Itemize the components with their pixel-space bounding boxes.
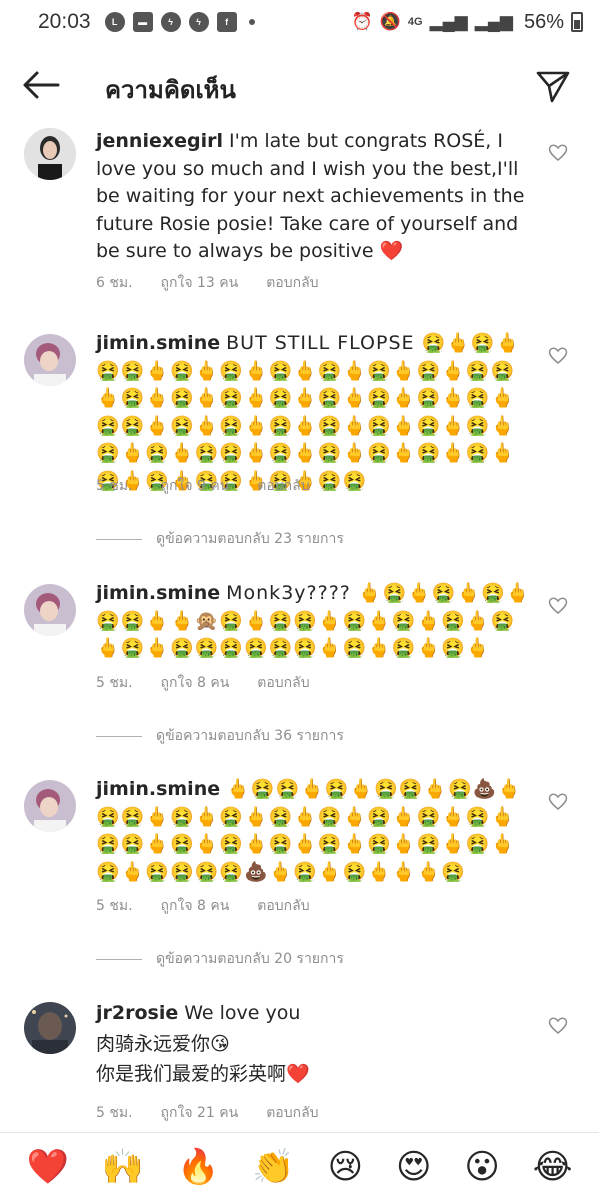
reply-button[interactable]: ตอบกลับ — [257, 475, 309, 497]
messenger-icon: ϟ — [188, 12, 209, 32]
line-icon: L — [104, 12, 125, 32]
comment-text: BUT STILL FLOPSE 🤮🖕🤮🖕🤮🤮🖕🤮🖕🤮🖕🤮🖕🤮🖕🤮🖕🤮🖕🤮🤮🖕🤮… — [96, 332, 521, 492]
emoji-raised-hands-button[interactable]: 🙌 — [102, 1150, 144, 1184]
avatar-photo — [24, 334, 76, 386]
comment-body: jimin.smine BUT STILL FLOPSE 🤮🖕🤮🖕🤮🤮🖕🤮🖕🤮🖕🤮… — [96, 330, 536, 495]
comment-time: 5 ชม. — [96, 1105, 133, 1121]
status-left: 20:03 L ▬ ϟ ϟ f — [38, 10, 352, 34]
emoji-crying-button[interactable]: 😢 — [328, 1150, 363, 1184]
comment-likes[interactable]: ถูกใจ 21 คน — [161, 1102, 239, 1124]
like-heart-icon[interactable] — [548, 1017, 568, 1035]
view-replies-label: ดูข้อความตอบกลับ 20 รายการ — [156, 951, 344, 967]
reply-button[interactable]: ตอบกลับ — [257, 895, 309, 917]
message-icon: ▬ — [132, 12, 153, 32]
notification-dot-icon — [248, 19, 255, 25]
avatar-photo — [24, 780, 76, 832]
divider-line — [96, 735, 142, 737]
comment-username[interactable]: jimin.smine — [96, 332, 220, 354]
emoji-surprised-button[interactable]: 😮 — [464, 1150, 499, 1184]
comment-body: jimin.smine 🖕🤮🤮🖕🤮🖕🤮🤮🖕🤮💩🖕🤮🤮🖕🤮🖕🤮🖕🤮🖕🤮🖕🤮🖕🤮🖕🤮🖕… — [96, 776, 536, 886]
comment-time: 6 ชม. — [96, 275, 133, 291]
like-heart-icon[interactable] — [548, 597, 568, 615]
status-right: ⏰ 🔕 4G ▂▄▆ ▂▄▆ 56% — [352, 11, 583, 34]
back-arrow-icon[interactable] — [22, 70, 60, 100]
emoji-fire-button[interactable]: 🔥 — [177, 1150, 219, 1184]
signal-icon: ▂▄▆ — [429, 12, 468, 31]
messenger-icon: ϟ — [160, 12, 181, 32]
comment-body: jenniexegirl I'm late but congrats ROSÉ, … — [96, 128, 536, 266]
avatar[interactable] — [24, 584, 76, 636]
reply-button[interactable]: ตอบกลับ — [257, 672, 309, 694]
view-replies-label: ดูข้อความตอบกลับ 23 รายการ — [156, 531, 344, 547]
header: ความคิดเห็น — [0, 56, 599, 116]
status-bar: 20:03 L ▬ ϟ ϟ f ⏰ 🔕 4G ▂▄▆ ▂▄▆ 56% — [0, 0, 599, 44]
like-heart-icon[interactable] — [548, 347, 568, 365]
network-type: 4G — [407, 16, 423, 28]
page-title: ความคิดเห็น — [105, 76, 236, 104]
avatar[interactable] — [24, 780, 76, 832]
comment-text-line: 肉骑永远爱你😘 — [96, 1032, 230, 1055]
comment-meta: 5 ชม. ถูกใจ 8 คน ตอบกลับ — [96, 895, 310, 917]
emoji-clap-button[interactable]: 👏 — [252, 1150, 294, 1184]
comment-time: 5 ชม. — [96, 478, 133, 494]
avatar-photo — [24, 584, 76, 636]
comment-time: 5 ชม. — [96, 675, 133, 691]
emoji-heart-eyes-button[interactable]: 😍 — [396, 1150, 431, 1184]
comment-meta: 5 ชม. ถูกใจ 8 คน ตอบกลับ — [96, 672, 310, 694]
comment-body: jimin.smine Monk3y???? 🖕🤮🖕🤮🖕🤮🖕🤮🤮🖕🖕🙊🤮🖕🤮🤮🖕🤮… — [96, 580, 536, 663]
comment-time: 5 ชม. — [96, 898, 133, 914]
view-replies-button[interactable]: ดูข้อความตอบกลับ 20 รายการ — [96, 948, 344, 970]
signal-icon: ▂▄▆ — [474, 12, 513, 31]
facebook-icon: f — [216, 12, 237, 32]
comment-username[interactable]: jr2rosie — [96, 1002, 178, 1024]
comment-meta: 6 ชม. ถูกใจ 13 คน ตอบกลับ — [96, 272, 319, 294]
divider-line — [96, 538, 142, 540]
reply-button[interactable]: ตอบกลับ — [266, 272, 318, 294]
comment-likes[interactable]: ถูกใจ 13 คน — [161, 272, 239, 294]
comment-meta: 5 ชม. ถูกใจ 9 คน ตอบกลับ — [96, 475, 310, 497]
comment-username[interactable]: jimin.smine — [96, 582, 220, 604]
divider-line — [96, 958, 142, 960]
comment-username[interactable]: jimin.smine — [96, 778, 220, 800]
comment-body: jr2rosie We love you 肉骑永远爱你😘 你是我们最爱的彩英啊❤️ — [96, 1000, 536, 1089]
mute-icon: 🔕 — [379, 12, 401, 31]
avatar[interactable] — [24, 1002, 76, 1054]
emoji-laughing-button[interactable]: 😂 — [533, 1150, 573, 1184]
alarm-icon: ⏰ — [351, 12, 373, 31]
emoji-heart-button[interactable]: ❤️ — [26, 1150, 68, 1184]
like-heart-icon[interactable] — [548, 793, 568, 811]
reply-button[interactable]: ตอบกลับ — [266, 1102, 318, 1124]
comment-meta: 5 ชม. ถูกใจ 21 คน ตอบกลับ — [96, 1102, 319, 1124]
comment-likes[interactable]: ถูกใจ 8 คน — [161, 672, 230, 694]
view-replies-label: ดูข้อความตอบกลับ 36 รายการ — [156, 728, 344, 744]
battery-percent: 56% — [523, 10, 564, 33]
battery-icon — [571, 12, 583, 32]
comment-likes[interactable]: ถูกใจ 9 คน — [161, 475, 230, 497]
like-heart-icon[interactable] — [548, 144, 568, 162]
status-time: 20:03 — [38, 10, 91, 33]
avatar[interactable] — [24, 334, 76, 386]
avatar-photo — [24, 1002, 76, 1054]
comment-text-line: 你是我们最爱的彩英啊❤️ — [96, 1063, 310, 1085]
emoji-quick-bar: ❤️ 🙌 🔥 👏 😢 😍 😮 😂 — [0, 1132, 599, 1200]
view-replies-button[interactable]: ดูข้อความตอบกลับ 36 รายการ — [96, 725, 344, 747]
comment-text: We love you — [184, 1002, 301, 1024]
comment-username[interactable]: jenniexegirl — [96, 130, 223, 152]
comment-likes[interactable]: ถูกใจ 8 คน — [161, 895, 230, 917]
view-replies-button[interactable]: ดูข้อความตอบกลับ 23 รายการ — [96, 528, 344, 550]
avatar[interactable] — [24, 128, 76, 180]
avatar-photo — [24, 128, 76, 180]
send-icon[interactable] — [535, 68, 571, 104]
